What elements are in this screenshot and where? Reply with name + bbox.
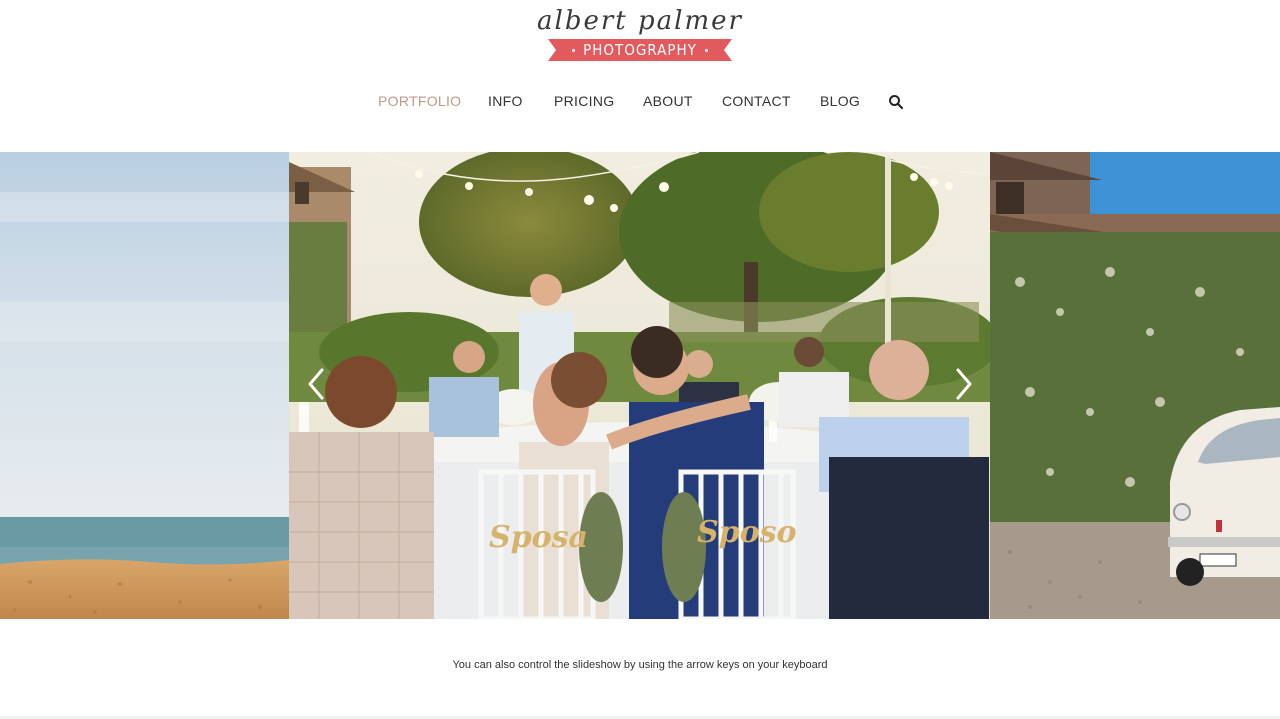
slide-beach[interactable] — [0, 152, 289, 619]
slide-car[interactable] — [990, 152, 1280, 619]
nav-item-contact[interactable]: CONTACT — [722, 90, 791, 112]
nav-item-pricing[interactable]: PRICING — [554, 90, 614, 112]
logo-ribbon: PHOTOGRAPHY — [548, 39, 732, 61]
chevron-left-icon[interactable] — [302, 364, 332, 404]
site-logo[interactable]: albert palmer PHOTOGRAPHY — [0, 6, 1280, 61]
nav-item-info[interactable]: INFO — [488, 90, 523, 112]
chevron-right-icon[interactable] — [948, 364, 978, 404]
logo-script-text: albert palmer — [537, 6, 743, 36]
main-nav: PORTFOLIO INFO PRICING ABOUT CONTACT BLO… — [0, 90, 1280, 112]
ribbon-dot-right — [704, 49, 708, 52]
slide-wedding[interactable]: Sposa Sposo — [289, 152, 990, 619]
slideshow[interactable]: Sposa Sposo — [0, 152, 1280, 619]
slideshow-hint: You can also control the slideshow by us… — [452, 659, 828, 671]
logo-ribbon-text: PHOTOGRAPHY — [583, 41, 697, 59]
page: albert palmer PHOTOGRAPHY PORTFOLIO INFO… — [0, 0, 1280, 719]
ribbon-dot-left — [572, 49, 576, 52]
search-icon[interactable] — [888, 94, 904, 110]
nav-item-portfolio[interactable]: PORTFOLIO — [378, 90, 461, 112]
nav-item-blog[interactable]: BLOG — [820, 90, 860, 112]
sign-sposa: Sposa — [489, 520, 588, 555]
beach-sea-photo — [0, 152, 289, 619]
sign-sposo: Sposo — [697, 515, 797, 550]
nav-item-about[interactable]: ABOUT — [643, 90, 693, 112]
vintage-car-photo — [990, 152, 1280, 619]
wedding-dinner-photo: Sposa Sposo — [289, 152, 990, 619]
